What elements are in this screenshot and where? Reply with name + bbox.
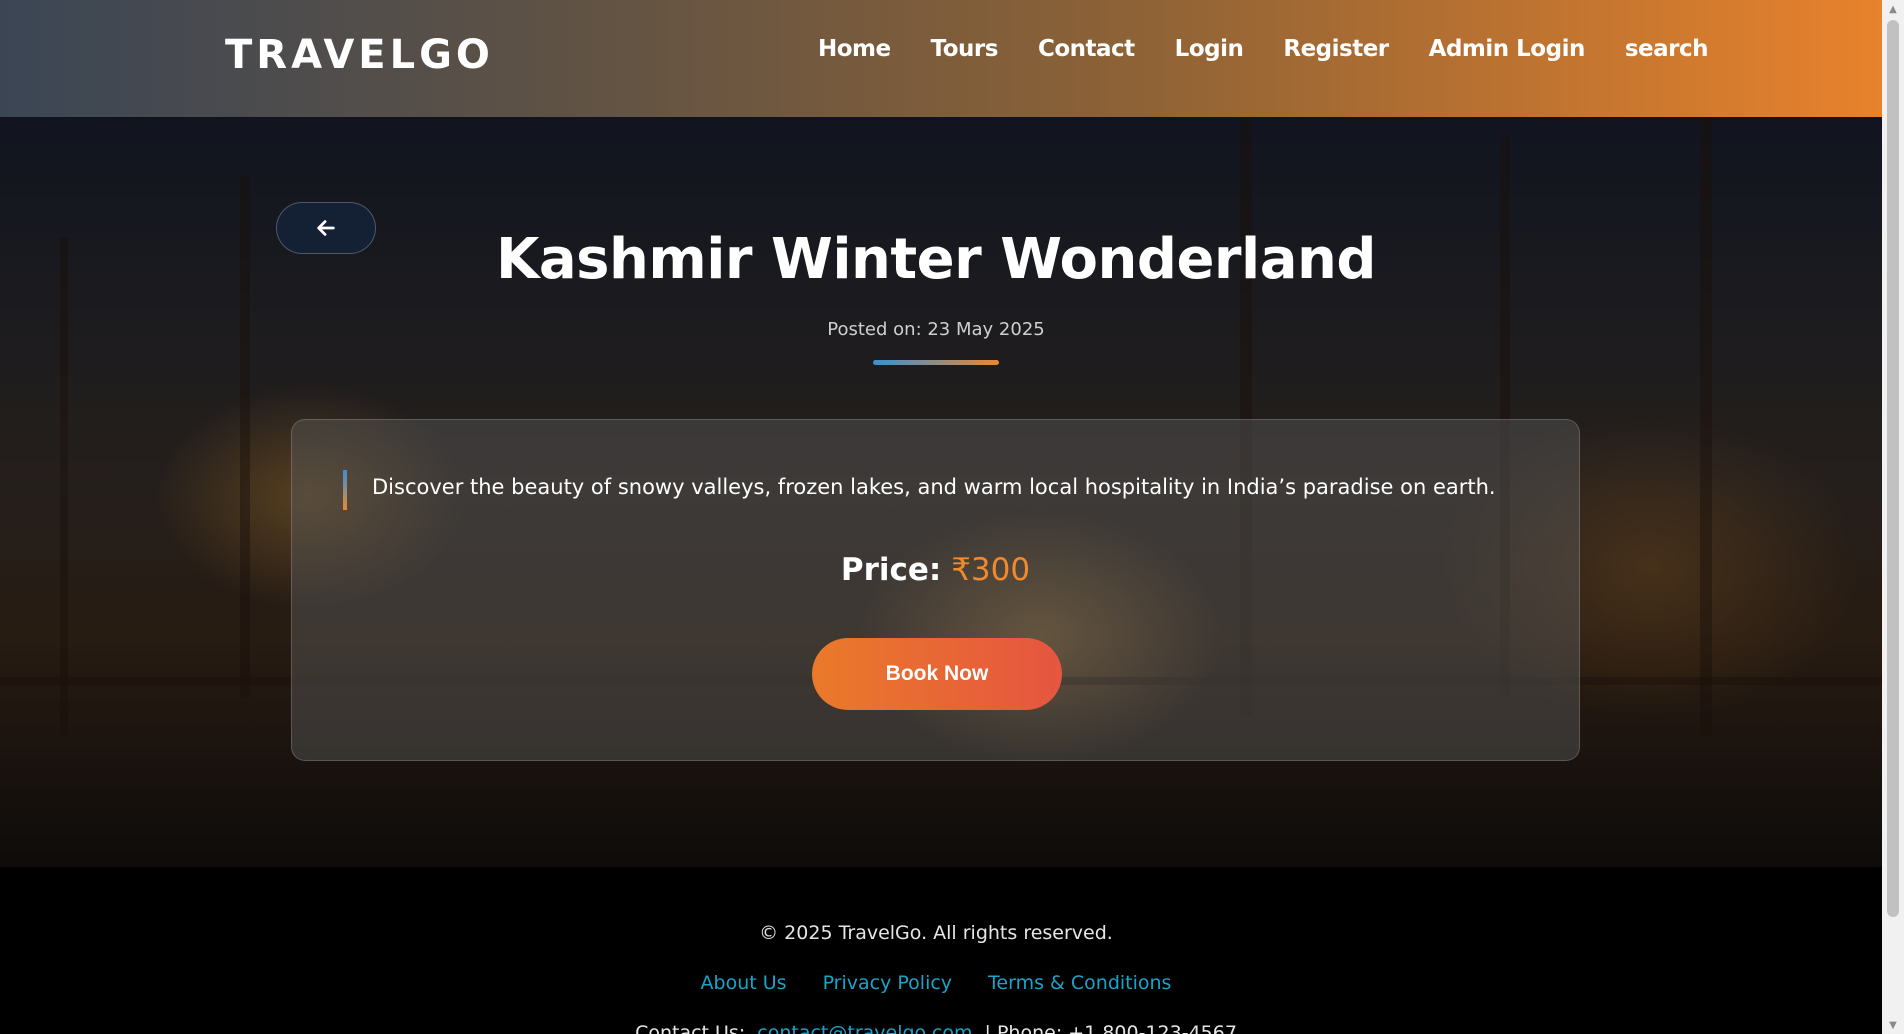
scrollbar-thumb[interactable] xyxy=(1887,20,1899,917)
quote-bar xyxy=(343,470,347,510)
nav-login[interactable]: Login xyxy=(1175,36,1244,62)
phone-text: | Phone: +1 800-123-4567 xyxy=(984,1022,1237,1034)
tour-description: Discover the beauty of snowy valleys, fr… xyxy=(372,475,1496,499)
footer-link-terms[interactable]: Terms & Conditions xyxy=(988,972,1171,994)
tour-title: Kashmir Winter Wonderland xyxy=(496,227,1376,292)
price-value: ₹300 xyxy=(951,552,1031,588)
nav-search[interactable]: search xyxy=(1625,36,1709,62)
page: TRAVELGO Home Tours Contact Login Regist… xyxy=(0,0,1904,1034)
copyright: © 2025 TravelGo. All rights reserved. xyxy=(759,922,1113,944)
footer-link-about[interactable]: About Us xyxy=(701,972,787,994)
book-now-button[interactable]: Book Now xyxy=(812,638,1062,710)
nav-home[interactable]: Home xyxy=(818,36,891,62)
posted-date: Posted on: 23 May 2025 xyxy=(827,319,1045,340)
nav-contact[interactable]: Contact xyxy=(1038,36,1135,62)
nav-tours[interactable]: Tours xyxy=(931,36,999,62)
contact-email-link[interactable]: contact@travelgo.com xyxy=(757,1022,972,1034)
title-underline xyxy=(873,360,999,365)
site-header: TRAVELGO Home Tours Contact Login Regist… xyxy=(0,0,1882,117)
scroll-down-icon[interactable]: ▼ xyxy=(1882,1016,1904,1034)
hero-section: Kashmir Winter Wonderland Posted on: 23 … xyxy=(0,117,1882,867)
footer-links: About Us Privacy Policy Terms & Conditio… xyxy=(0,972,1872,994)
footer-link-privacy[interactable]: Privacy Policy xyxy=(823,972,952,994)
scroll-up-icon[interactable]: ▲ xyxy=(1882,0,1904,18)
contact-row: Contact Us: contact@travelgo.com | Phone… xyxy=(0,1022,1872,1034)
site-footer: © 2025 TravelGo. All rights reserved. Ab… xyxy=(0,867,1882,1034)
main-nav: Home Tours Contact Login Register Admin … xyxy=(818,36,1709,62)
price-row: Price: ₹300 xyxy=(292,552,1579,588)
nav-register[interactable]: Register xyxy=(1283,36,1389,62)
tour-card: Discover the beauty of snowy valleys, fr… xyxy=(291,419,1580,761)
nav-admin-login[interactable]: Admin Login xyxy=(1429,36,1586,62)
contact-label: Contact Us: xyxy=(635,1022,746,1034)
price-label: Price: xyxy=(840,552,942,588)
vertical-scrollbar[interactable]: ▲ ▼ xyxy=(1882,0,1904,1034)
logo[interactable]: TRAVELGO xyxy=(225,32,494,78)
